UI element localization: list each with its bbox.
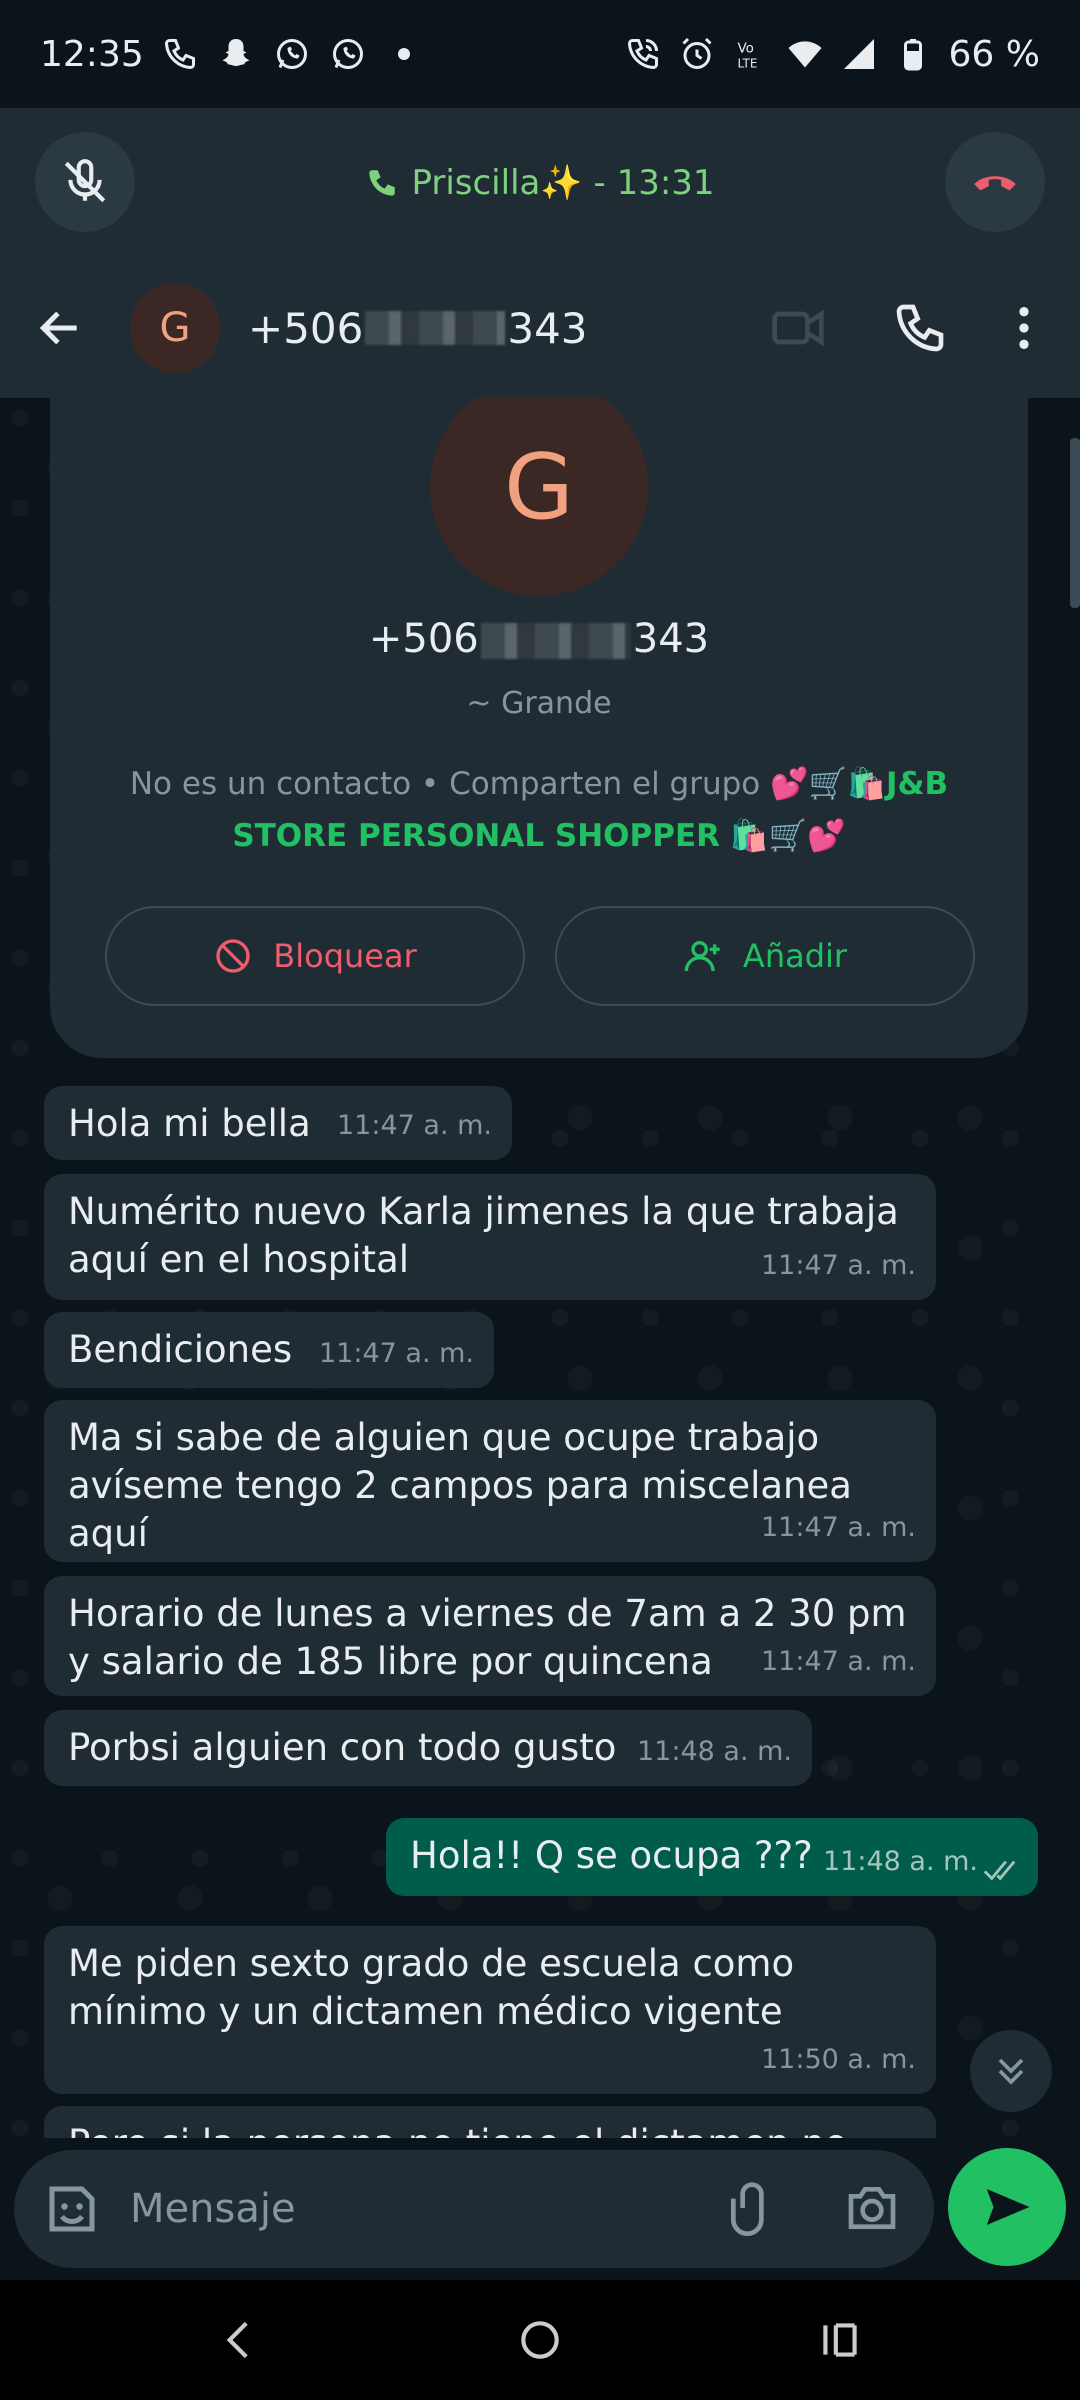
scrollbar[interactable] — [1070, 438, 1080, 608]
end-call-button[interactable] — [945, 132, 1045, 232]
camera-icon — [848, 2187, 896, 2229]
message-text: Hola mi bella — [68, 1102, 311, 1145]
chat-header: G +506 343 — [0, 258, 1080, 398]
contact-avatar[interactable]: G — [430, 398, 648, 596]
message-time: 11:48 a. m. — [637, 1736, 792, 1767]
block-label: Bloquear — [273, 937, 417, 975]
card-contact-number: +506 343 — [50, 616, 1028, 662]
desc-prefix: No es un contacto • Comparten el grupo 💕… — [129, 766, 886, 802]
dot-icon — [386, 36, 422, 72]
message-bubble[interactable]: Porbsi alguien con todo gusto 11:48 a. m… — [44, 1710, 812, 1786]
voice-call-button[interactable] — [892, 300, 948, 356]
nav-home-button[interactable] — [510, 2310, 570, 2370]
message-bubble[interactable]: Horario de lunes a viernes de 7am a 2 30… — [44, 1576, 936, 1696]
snapchat-icon — [218, 36, 254, 72]
battery-icon — [895, 36, 931, 72]
end-call-icon — [974, 176, 1016, 191]
svg-text:LTE: LTE — [737, 57, 757, 71]
phone-icon — [369, 170, 396, 196]
number-prefix: +506 — [248, 303, 364, 353]
whatsapp-icon — [330, 36, 366, 72]
phone-icon — [896, 304, 944, 352]
contact-number[interactable]: +506 343 — [248, 258, 588, 398]
nav-back-button[interactable] — [210, 2310, 270, 2370]
desc-suffix: 🛍️🛒💕 — [720, 818, 846, 854]
system-nav-bar — [0, 2280, 1080, 2400]
attach-icon — [731, 2182, 764, 2236]
message-text: Porbsi alguien con todo gusto — [68, 1726, 617, 1769]
ongoing-call-bar[interactable]: Priscilla✨ - 13:31 — [0, 108, 1080, 258]
home-circle-icon — [521, 2321, 559, 2359]
message-time: 11:47 a. m. — [761, 1250, 916, 1281]
read-receipt-icon — [983, 1860, 1016, 1881]
message-time: 11:47 a. m. — [761, 1512, 916, 1543]
message-time: 11:50 a. m. — [761, 2044, 916, 2075]
nav-recents-button[interactable] — [810, 2310, 870, 2370]
call-label: Priscilla✨ - 13:31 — [411, 163, 715, 203]
block-icon — [216, 939, 250, 973]
status-notification-icons — [162, 36, 422, 72]
message-bubble[interactable]: Ma si sabe de alguien que ocupe trabajo … — [44, 1400, 936, 1562]
svg-text:Vo: Vo — [737, 41, 753, 57]
redacted-digits — [365, 311, 506, 345]
message-time: 11:47 a. m. — [337, 1110, 492, 1141]
outgoing-message-bubble[interactable]: Hola!! Q se ocupa ??? 11:48 a. m. — [386, 1818, 1038, 1896]
redacted-digits — [480, 623, 631, 659]
message-bubble[interactable]: Bendiciones 11:47 a. m. — [44, 1312, 494, 1388]
video-call-button[interactable] — [770, 300, 826, 356]
alarm-icon — [679, 36, 715, 72]
emoji-icon — [49, 2186, 95, 2232]
push-name: ~ Grande — [466, 686, 612, 721]
message-bubble[interactable]: Hola mi bella 11:47 a. m. — [44, 1086, 512, 1160]
message-text: Pero si la persona no tiene el dictamen … — [68, 2122, 847, 2138]
composer: Mensaje — [0, 2138, 1080, 2280]
wifi-icon — [787, 36, 823, 72]
battery-percent: 66 % — [948, 33, 1040, 75]
add-contact-button[interactable]: Añadir — [555, 906, 975, 1006]
wifi-calling-icon — [625, 36, 661, 72]
message-bubble[interactable]: Me piden sexto grado de escuela como mín… — [44, 1926, 936, 2094]
avatar[interactable]: G — [130, 283, 220, 373]
message-time: 11:47 a. m. — [761, 1646, 916, 1677]
call-info[interactable]: Priscilla✨ - 13:31 — [0, 108, 1080, 258]
scroll-to-bottom-button[interactable] — [970, 2030, 1052, 2112]
shared-group-info: No es un contacto • Comparten el grupo 💕… — [110, 758, 968, 862]
send-icon — [986, 2189, 1030, 2225]
message-time: 11:47 a. m. — [319, 1338, 474, 1369]
status-bar: 12:35 Vo LTE 66 % — [0, 0, 1080, 108]
send-button[interactable] — [948, 2148, 1066, 2266]
volte-icon: Vo LTE — [733, 36, 769, 72]
number-prefix: +506 — [368, 616, 479, 662]
add-label: Añadir — [742, 937, 848, 975]
arrow-back-icon — [39, 311, 77, 345]
back-button[interactable] — [30, 298, 90, 358]
message-time: 11:48 a. m. — [823, 1846, 978, 1877]
person-add-icon — [684, 941, 720, 972]
unknown-contact-card: G +506 343 ~ Grande No es un contacto • C… — [50, 398, 1028, 1058]
message-input[interactable]: Mensaje — [130, 2150, 296, 2268]
status-system-icons: Vo LTE 66 % — [625, 34, 1040, 75]
message-input-box[interactable]: Mensaje — [14, 2150, 934, 2268]
more-vert-icon — [1019, 307, 1029, 349]
phone-icon — [162, 36, 198, 72]
video-call-icon — [772, 309, 824, 347]
message-text: Hola!! Q se ocupa ??? — [410, 1834, 813, 1877]
message-bubble[interactable]: Numérito nuevo Karla jimenes la que trab… — [44, 1174, 936, 1300]
chat-area[interactable]: G +506 343 ~ Grande No es un contacto • C… — [0, 398, 1080, 2138]
double-chevron-down-icon — [998, 2058, 1024, 2085]
message-text: Me piden sexto grado de escuela como mín… — [68, 1942, 795, 2033]
message-bubble[interactable]: Pero si la persona no tiene el dictamen … — [44, 2106, 936, 2138]
whatsapp-icon — [274, 36, 310, 72]
number-suffix: 343 — [507, 303, 588, 353]
number-suffix: 343 — [632, 616, 710, 662]
chevron-left-icon — [226, 2321, 248, 2359]
status-time: 12:35 — [40, 33, 144, 75]
signal-icon — [841, 36, 877, 72]
message-text: Bendiciones — [68, 1328, 293, 1371]
recents-icon — [823, 2323, 857, 2357]
block-button[interactable]: Bloquear — [105, 906, 525, 1006]
message-text: Ma si sabe de alguien que ocupe trabajo … — [68, 1416, 852, 1555]
more-options-button[interactable] — [996, 300, 1052, 356]
